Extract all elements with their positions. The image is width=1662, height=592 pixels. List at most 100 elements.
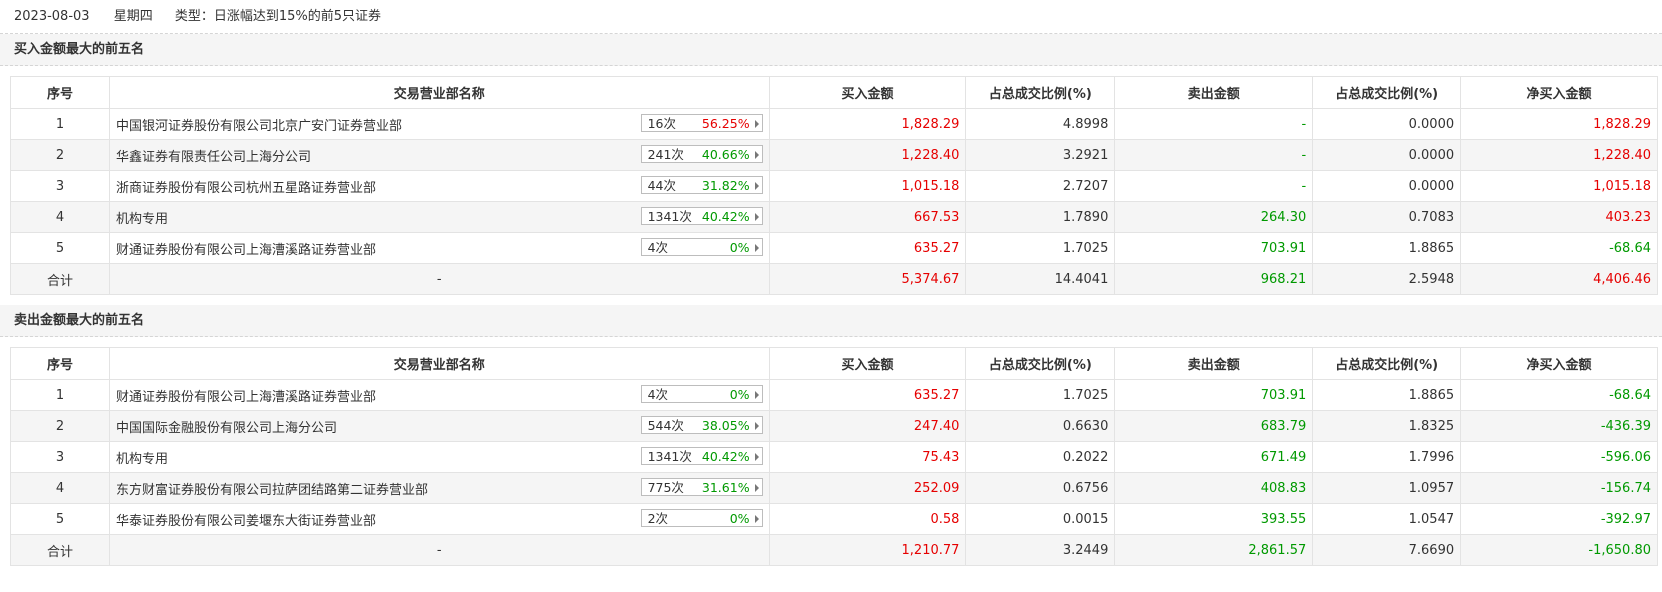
sell-amount: 264.30 [1114,201,1314,233]
table-row: 2 华鑫证券有限责任公司上海分公司 241次 40.66% 1,228.40 3.2921… [10,139,1658,171]
col-header-index: 序号 [10,347,110,380]
broker-stat-button[interactable]: 16次 56.25% [640,114,763,132]
broker-name-link[interactable]: 浙商证券股份有限公司杭州五星路证券营业部 [116,177,376,196]
table-row: 4 机构专用 1341次 40.42% 667.53 1.7890 264.30 0.7083… [10,201,1658,233]
total-sell-ratio: 2.5948 [1312,263,1462,295]
total-broker: - [108,534,770,566]
broker-stat-button[interactable]: 4次 0% [640,238,763,256]
success-rate: 31.61% [701,480,750,495]
broker-name-link[interactable]: 中国国际金融股份有限公司上海分公司 [116,417,337,436]
broker-cell: 浙商证券股份有限公司杭州五星路证券营业部 44次 31.82% [108,170,770,202]
chevron-right-icon [754,453,759,461]
listing-count: 4次 [647,240,669,255]
success-rate: 0% [729,387,750,402]
col-header-buy-ratio: 占总成交比例(%) [965,76,1116,109]
row-index: 4 [10,201,110,233]
buy-ratio: 0.6756 [965,472,1116,504]
net-amount: -596.06 [1460,441,1658,473]
buy-ratio: 1.7025 [965,232,1116,264]
table-row: 1 中国银河证券股份有限公司北京广安门证券营业部 16次 56.25% 1,828.29… [10,108,1658,140]
buy-amount: 635.27 [768,379,967,411]
broker-name-link[interactable]: 机构专用 [116,208,168,227]
buy-amount: 1,828.29 [768,108,967,140]
broker-stat-button[interactable]: 1341次 40.42% [640,207,763,225]
broker-cell: 财通证券股份有限公司上海漕溪路证券营业部 4次 0% [108,232,770,264]
sell-ratio: 0.7083 [1312,201,1462,233]
sell-ratio: 1.0547 [1312,503,1462,535]
listing-count: 241次 [647,147,684,162]
broker-stat-button[interactable]: 2次 0% [640,509,763,527]
buy-ratio: 0.0015 [965,503,1116,535]
total-sell-ratio: 7.6690 [1312,534,1462,566]
col-header-buy-amount: 买入金额 [768,76,967,109]
broker-cell: 华鑫证券有限责任公司上海分公司 241次 40.66% [108,139,770,171]
listing-count: 2次 [647,511,669,526]
broker-name-link[interactable]: 中国银河证券股份有限公司北京广安门证券营业部 [116,115,402,134]
sell-amount: 671.49 [1114,441,1314,473]
broker-name-link[interactable]: 华鑫证券有限责任公司上海分公司 [116,146,311,165]
chevron-right-icon [754,151,759,159]
row-index: 2 [10,410,110,442]
row-index: 3 [10,441,110,473]
sell-ratio: 0.0000 [1312,139,1462,171]
broker-stat-button[interactable]: 44次 31.82% [640,176,763,194]
listing-count: 16次 [647,116,676,131]
listing-count: 44次 [647,178,676,193]
buy-ratio: 1.7025 [965,379,1116,411]
type-label: 类型： [174,9,214,24]
col-header-buy-amount: 买入金额 [768,347,967,380]
broker-name-link[interactable]: 财通证券股份有限公司上海漕溪路证券营业部 [116,386,376,405]
buy-amount: 635.27 [768,232,967,264]
net-amount: 1,015.18 [1460,170,1658,202]
listing-count: 775次 [647,480,684,495]
success-rate: 40.66% [701,147,750,162]
sell-ratio: 1.8325 [1312,410,1462,442]
buy-amount: 667.53 [768,201,967,233]
top-info-bar: 2023-08-03 星期四 类型：日涨幅达到15%的前5只证券 [0,0,1662,34]
total-net-amount: 4,406.46 [1460,263,1658,295]
listing-count: 4次 [647,387,669,402]
chevron-right-icon [754,244,759,252]
total-buy-amount: 1,210.77 [768,534,967,566]
broker-name-link[interactable]: 东方财富证券股份有限公司拉萨团结路第二证券营业部 [116,479,428,498]
listing-count: 1341次 [647,449,692,464]
sell-amount: - [1114,108,1314,140]
sell-top5-table: 序号 交易营业部名称 买入金额 占总成交比例(%) 卖出金额 占总成交比例(%)… [10,347,1658,566]
chevron-right-icon [754,120,759,128]
table-row: 3 机构专用 1341次 40.42% 75.43 0.2022 671.49 1.7996-… [10,441,1658,473]
success-rate: 56.25% [701,116,750,131]
broker-stat-button[interactable]: 241次 40.66% [640,145,763,163]
sell-amount: 703.91 [1114,379,1314,411]
col-header-net-amount: 净买入金额 [1460,347,1658,380]
table-row: 1 财通证券股份有限公司上海漕溪路证券营业部 4次 0% 635.27 1.7025 703… [10,379,1658,411]
broker-name-link[interactable]: 华泰证券股份有限公司姜堰东大街证券营业部 [116,510,376,529]
sell-amount: - [1114,170,1314,202]
table-row: 5 华泰证券股份有限公司姜堰东大街证券营业部 2次 0% 0.58 0.0015 393.5… [10,503,1658,535]
broker-name-link[interactable]: 财通证券股份有限公司上海漕溪路证券营业部 [116,239,376,258]
net-amount: 1,228.40 [1460,139,1658,171]
success-rate: 40.42% [701,209,750,224]
broker-cell: 东方财富证券股份有限公司拉萨团结路第二证券营业部 775次 31.61% [108,472,770,504]
sell-ratio: 0.0000 [1312,170,1462,202]
net-amount: -436.39 [1460,410,1658,442]
broker-stat-button[interactable]: 1341次 40.42% [640,447,763,465]
buy-amount: 75.43 [768,441,967,473]
chevron-right-icon [754,515,759,523]
col-header-broker: 交易营业部名称 [108,76,770,109]
broker-stat-button[interactable]: 775次 31.61% [640,478,763,496]
row-index: 1 [10,108,110,140]
broker-name-link[interactable]: 机构专用 [116,448,168,467]
col-header-sell-ratio: 占总成交比例(%) [1312,76,1462,109]
listing-count: 544次 [647,418,684,433]
sell-amount: 393.55 [1114,503,1314,535]
row-index: 4 [10,472,110,504]
col-header-sell-amount: 卖出金额 [1114,347,1314,380]
broker-stat-button[interactable]: 544次 38.05% [640,416,763,434]
sell-ratio: 0.0000 [1312,108,1462,140]
sell-ratio: 1.7996 [1312,441,1462,473]
buy-ratio: 4.8998 [965,108,1116,140]
weekday: 星期四 [113,9,153,24]
net-amount: -392.97 [1460,503,1658,535]
col-header-net-amount: 净买入金额 [1460,76,1658,109]
broker-stat-button[interactable]: 4次 0% [640,385,763,403]
